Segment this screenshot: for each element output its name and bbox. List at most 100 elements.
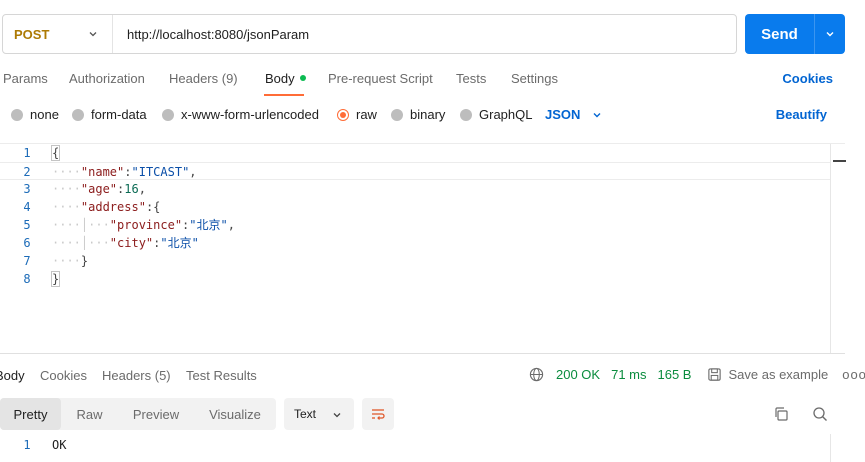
response-tab-cookies[interactable]: Cookies <box>40 368 87 383</box>
line-number: 2 <box>23 165 31 179</box>
chevron-down-icon <box>89 32 97 37</box>
wrap-lines-icon <box>372 409 385 420</box>
radio-circle <box>391 108 403 121</box>
response-tab-test-results[interactable]: Test Results <box>186 368 257 383</box>
search-icon[interactable] <box>812 406 828 422</box>
response-format-select[interactable]: Text <box>284 398 354 430</box>
tab-body-label: Body <box>265 71 295 86</box>
editor-line: 3 ····"age":16, <box>0 180 830 198</box>
body-type-selector: none form-data x-www-form-urlencoded raw… <box>0 107 865 125</box>
body-format-label: JSON <box>545 107 581 122</box>
request-tabs: Params Authorization Headers (9) Body Pr… <box>0 70 865 96</box>
radio-label: none <box>30 107 59 122</box>
send-button[interactable]: Send <box>745 14 845 54</box>
radio-circle <box>11 108 23 121</box>
editor-line-current: 2 ····"name":"ITCAST", <box>0 162 830 180</box>
response-toolbar: Pretty Raw Preview Visualize Text <box>0 398 865 430</box>
status-code[interactable]: 200 OK <box>556 367 600 382</box>
line-number: 7 <box>23 254 31 268</box>
view-tab-pretty[interactable]: Pretty <box>0 398 61 430</box>
response-size[interactable]: 165 B <box>658 367 692 382</box>
copy-icon[interactable] <box>773 406 789 422</box>
tab-tests[interactable]: Tests <box>456 71 486 86</box>
send-options-button[interactable] <box>814 14 845 54</box>
body-indicator-dot <box>299 75 306 81</box>
response-body[interactable]: 1 OK <box>0 436 830 454</box>
tab-params[interactable]: Params <box>3 71 48 86</box>
save-as-example-label: Save as example <box>728 367 829 382</box>
code-text: ····"name":"ITCAST", <box>52 165 197 179</box>
method-label: POST <box>14 26 50 42</box>
editor-line: 7 ····} <box>0 252 830 270</box>
code-text: } <box>50 271 61 287</box>
line-number: 4 <box>23 200 31 214</box>
method-select[interactable]: POST <box>3 15 113 53</box>
code-text: ····"age":16, <box>52 182 146 196</box>
tab-pre-request-script[interactable]: Pre-request Script <box>328 71 433 86</box>
response-tab-body[interactable]: Body <box>0 368 25 383</box>
save-as-example-button[interactable]: Save as example <box>707 367 828 382</box>
beautify-button[interactable]: Beautify <box>776 107 827 122</box>
chevron-down-icon <box>333 413 341 418</box>
view-tab-raw[interactable]: Raw <box>61 398 118 430</box>
url-input[interactable]: http://localhost:8080/jsonParam <box>113 27 309 42</box>
pane-splitter[interactable] <box>0 353 845 354</box>
code-text: ····│···"city":"北京" <box>52 236 199 250</box>
radio-form-data[interactable]: form-data <box>72 107 147 122</box>
editor-line: 8 } <box>0 270 830 288</box>
radio-label: x-www-form-urlencoded <box>181 107 319 122</box>
view-tab-preview[interactable]: Preview <box>118 398 194 430</box>
response-time[interactable]: 71 ms <box>611 367 646 382</box>
cookies-link[interactable]: Cookies <box>782 71 833 86</box>
tab-authorization[interactable]: Authorization <box>69 71 145 86</box>
response-scrollbar[interactable] <box>830 434 845 462</box>
active-tab-underline <box>264 94 304 96</box>
code-text: { <box>50 145 61 161</box>
radio-label: GraphQL <box>479 107 533 122</box>
radio-circle-selected <box>337 108 349 121</box>
radio-label: form-data <box>91 107 147 122</box>
line-number: 5 <box>23 218 31 232</box>
radio-x-www-form-urlencoded[interactable]: x-www-form-urlencoded <box>162 107 319 122</box>
radio-label: binary <box>410 107 446 122</box>
code-text: ····"address":{ <box>52 200 161 214</box>
radio-graphql[interactable]: GraphQL <box>460 107 532 122</box>
chevron-down-icon <box>593 112 601 117</box>
line-number: 1 <box>23 438 31 452</box>
radio-none[interactable]: none <box>11 107 59 122</box>
line-number: 6 <box>23 236 31 250</box>
response-tab-headers[interactable]: Headers (5) <box>102 368 171 383</box>
body-editor[interactable]: 1 { 2 ····"name":"ITCAST", 3 ····"age":1… <box>0 143 846 354</box>
globe-icon[interactable] <box>529 367 544 382</box>
radio-circle <box>162 108 174 121</box>
url-bar: POST http://localhost:8080/jsonParam <box>2 14 737 54</box>
radio-binary[interactable]: binary <box>391 107 445 122</box>
response-tabs: Body Cookies Headers (5) Test Results 20… <box>0 367 865 385</box>
line-number: 8 <box>23 272 31 286</box>
radio-raw[interactable]: raw <box>337 107 377 122</box>
scrollbar-thumb[interactable] <box>833 160 846 162</box>
code-text: ····} <box>52 254 89 268</box>
editor-line: 4 ····"address":{ <box>0 198 830 216</box>
radio-circle <box>72 108 84 121</box>
line-number: 3 <box>23 182 31 196</box>
line-number: 1 <box>23 146 31 160</box>
editor-line: 6 ····│···"city":"北京" <box>0 234 830 252</box>
more-options-button[interactable]: ooo <box>842 367 865 382</box>
send-label: Send <box>761 25 798 43</box>
response-view-tabs: Pretty Raw Preview Visualize <box>0 398 276 430</box>
response-format-label: Text <box>294 407 317 421</box>
radio-label: raw <box>356 107 377 122</box>
response-text: OK <box>52 438 67 452</box>
radio-circle <box>460 108 472 121</box>
code-text: ····│···"province":"北京", <box>52 218 235 232</box>
view-tab-visualize[interactable]: Visualize <box>194 398 276 430</box>
tab-settings[interactable]: Settings <box>511 71 558 86</box>
chevron-down-icon <box>826 32 834 37</box>
save-icon <box>708 368 722 381</box>
body-format-select[interactable]: JSON <box>545 107 602 122</box>
wrap-lines-button[interactable] <box>362 398 394 430</box>
tab-headers[interactable]: Headers (9) <box>169 71 238 86</box>
editor-scrollbar[interactable] <box>830 144 846 354</box>
tab-body[interactable]: Body <box>265 71 306 86</box>
